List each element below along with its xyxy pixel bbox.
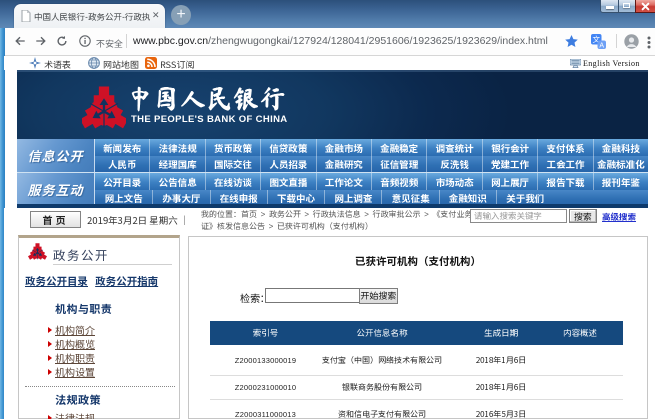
- svg-text:A: A: [599, 42, 604, 49]
